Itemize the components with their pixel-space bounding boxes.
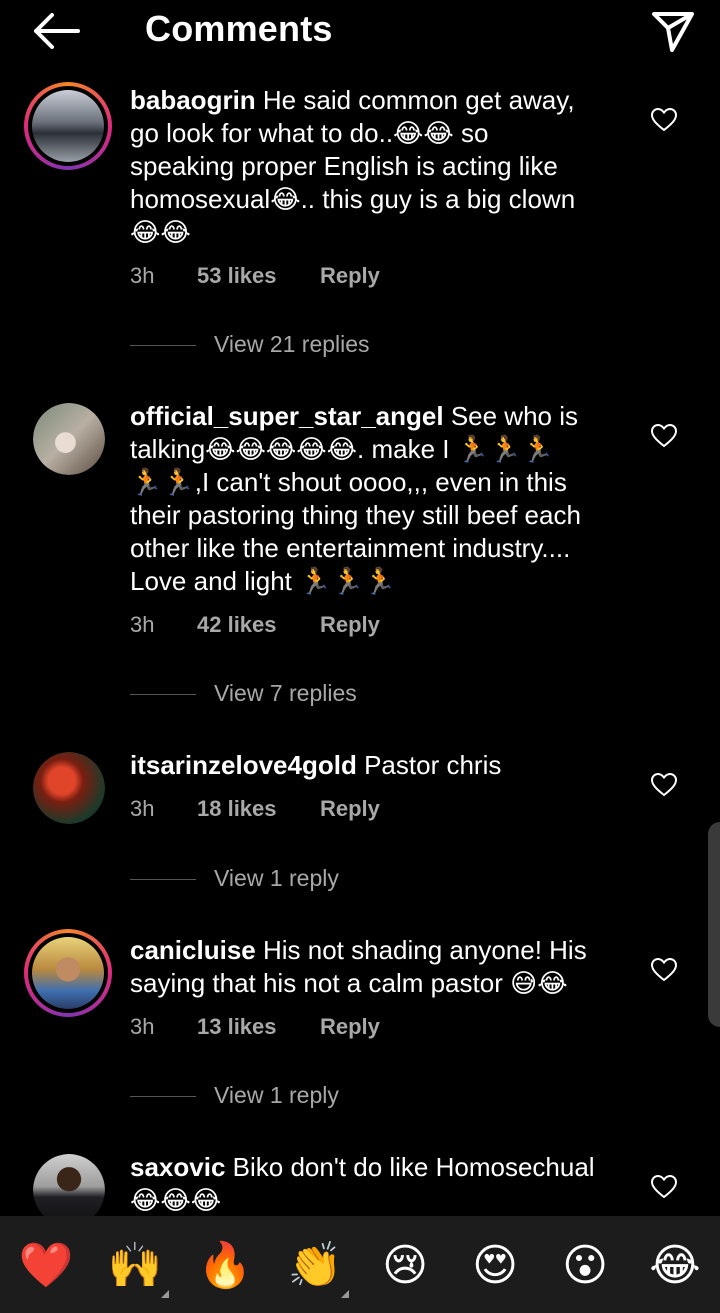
like-heart-icon[interactable] — [651, 958, 677, 982]
likes-count[interactable]: 42 likes — [197, 612, 277, 638]
reaction-crying-face[interactable]: 😢 — [377, 1238, 433, 1294]
comment-body: Pastor chris — [364, 750, 502, 780]
comment-username[interactable]: babaogrin — [130, 85, 256, 115]
like-heart-icon[interactable] — [651, 773, 677, 797]
comment-time: 3h — [130, 1014, 155, 1039]
reaction-raising-hands[interactable]: 🙌 — [107, 1238, 169, 1298]
reaction-heart-eyes[interactable]: 😍 — [467, 1238, 523, 1294]
skin-tone-indicator-icon — [161, 1290, 169, 1298]
page-title: Comments — [145, 8, 333, 49]
reply-button[interactable]: Reply — [320, 612, 380, 638]
scrollbar[interactable] — [708, 822, 720, 1027]
divider — [130, 1096, 196, 1097]
emoji-reaction-bar: ❤️ 🙌 🔥 👏 😢 😍 😮 😂 — [0, 1216, 720, 1313]
skin-tone-indicator-icon — [341, 1290, 349, 1298]
reaction-tears-of-joy[interactable]: 😂 — [647, 1238, 703, 1294]
reply-button[interactable]: Reply — [320, 263, 380, 289]
reaction-fire[interactable]: 🔥 — [197, 1238, 253, 1294]
likes-count[interactable]: 13 likes — [197, 1014, 277, 1040]
avatar[interactable] — [24, 82, 112, 170]
comment-text: babaogrin He said common get away, go lo… — [130, 85, 576, 247]
view-replies-label: View 7 replies — [214, 680, 357, 706]
comment-body: See who is — [450, 401, 578, 431]
comment-username[interactable]: itsarinzelove4gold — [130, 750, 357, 780]
reaction-heart[interactable]: ❤️ — [18, 1238, 74, 1294]
comment-body: Biko don't do like Homosechual — [232, 1152, 595, 1182]
likes-count[interactable]: 18 likes — [197, 796, 277, 822]
comment-username[interactable]: canicluise — [130, 935, 256, 965]
like-heart-icon[interactable] — [651, 1175, 677, 1199]
send-icon[interactable] — [648, 6, 698, 54]
comment-body: He said common get away, — [262, 85, 575, 115]
comment-time: 3h — [130, 796, 155, 821]
comment-text: itsarinzelove4gold Pastor chris — [130, 749, 630, 782]
avatar[interactable] — [33, 403, 105, 475]
reaction-surprised-face[interactable]: 😮 — [557, 1238, 613, 1294]
comment-text: canicluise His not shading anyone! His s… — [130, 935, 587, 998]
likes-count[interactable]: 53 likes — [197, 263, 277, 289]
comment-username[interactable]: official_super_star_angel — [130, 401, 444, 431]
view-replies-label: View 21 replies — [214, 331, 370, 357]
reaction-clapping-hands[interactable]: 👏 — [287, 1238, 349, 1298]
reply-button[interactable]: Reply — [320, 1014, 380, 1040]
avatar[interactable] — [33, 752, 105, 824]
like-heart-icon[interactable] — [651, 424, 677, 448]
comment-time: 3h — [130, 612, 155, 637]
comment-username[interactable]: saxovic — [130, 1152, 225, 1182]
comment-body: His not shading anyone! His — [262, 935, 587, 965]
comment-text: official_super_star_angel See who is tal… — [130, 401, 581, 596]
back-arrow-icon[interactable] — [30, 10, 82, 52]
avatar[interactable] — [24, 929, 112, 1017]
reply-button[interactable]: Reply — [320, 796, 380, 822]
divider — [130, 694, 196, 695]
divider — [130, 345, 196, 346]
comment-text: saxovic Biko don't do like Homosechual 😂… — [130, 1152, 595, 1215]
view-replies-label: View 1 reply — [214, 865, 339, 891]
divider — [130, 879, 196, 880]
view-replies-label: View 1 reply — [214, 1082, 339, 1108]
comment-time: 3h — [130, 263, 155, 288]
header: Comments — [0, 0, 720, 62]
like-heart-icon[interactable] — [651, 108, 677, 132]
